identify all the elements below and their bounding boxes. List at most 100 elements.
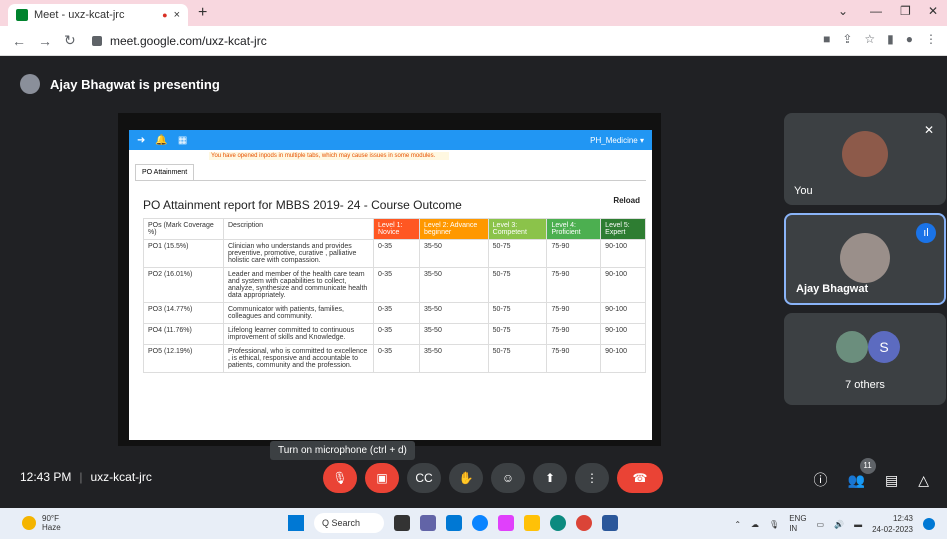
browser-tab[interactable]: Meet - uxz-kcat-jrc ● × [8,4,188,26]
tab-search-icon[interactable]: ⌄ [838,4,848,18]
address-bar[interactable]: meet.google.com/uxz-kcat-jrc [92,30,792,52]
presenter-banner: Ajay Bhagwat is presenting [20,74,220,94]
weather-condition: Haze [42,523,61,532]
l2-cell: 35-50 [418,344,489,373]
back-circle-icon: ➜ [137,134,146,146]
camera-toggle-button[interactable]: ▣ [365,463,399,493]
chevron-up-icon[interactable]: ⌃ [734,520,741,529]
app-icon[interactable] [498,515,514,531]
word-icon[interactable] [602,515,618,531]
windows-start-icon[interactable] [288,515,304,531]
l1-cell: 0-35 [373,239,420,268]
close-window-button[interactable]: ✕ [928,4,938,18]
activities-icon[interactable]: △ [918,472,929,489]
telegram-icon[interactable] [472,515,488,531]
chat-app-icon[interactable] [420,515,436,531]
meeting-info: 12:43 PM | uxz-kcat-jrc [20,470,152,484]
volume-icon[interactable]: 🔊 [834,520,844,529]
region: IN [789,524,798,533]
reload-link: Reload [613,196,640,205]
new-tab-button[interactable]: + [198,4,207,22]
tab-title: Meet - uxz-kcat-jrc [34,9,125,21]
profile-avatar[interactable]: ● [906,32,913,46]
participant-tile-ajay[interactable]: ıl Ajay Bhagwat [784,213,946,305]
mic-off-icon: ✕ [923,123,934,137]
you-avatar [842,131,888,177]
browser-toolbar: ← → ↻ meet.google.com/uxz-kcat-jrc ■ ⇪ ☆… [0,26,947,56]
info-icon[interactable]: ⓘ [814,470,828,490]
forward-icon[interactable]: → [38,33,52,49]
header-level1: Level 1: Novice [373,218,420,240]
chrome-icon[interactable] [576,515,592,531]
l5-cell: 90-100 [600,302,646,324]
table-header-row: POs (Mark Coverage %) Description Level … [143,218,646,240]
file-explorer-icon[interactable] [524,515,540,531]
raise-hand-button[interactable]: ✋ [449,463,483,493]
mail-icon[interactable] [446,515,462,531]
camera-off-icon: ▣ [376,471,388,485]
more-options-button[interactable]: ⋮ [575,463,609,493]
back-icon[interactable]: ← [12,33,26,49]
phone-end-icon: ☎ [632,471,648,485]
l5-cell: 90-100 [600,323,646,345]
others-label: 7 others [845,379,885,391]
ajay-avatar [840,233,890,283]
edge-icon[interactable] [550,515,566,531]
more-vert-icon: ⋮ [586,471,598,485]
bookmark-star-icon[interactable]: ☆ [864,32,875,46]
meeting-side-controls: ⓘ 11 👥 ▤ △ [814,457,929,490]
l3-cell: 50-75 [487,302,548,324]
clock-time: 12:43 [892,514,913,523]
participant-tile-you[interactable]: ✕ You [784,113,946,205]
po-cell: PO2 (16.01%) [143,267,224,303]
reload-icon[interactable]: ↻ [64,32,76,49]
chat-icon[interactable]: ▤ [885,472,898,489]
table-row: PO2 (16.01%) Leader and member of the he… [143,267,646,303]
temperature: 90°F [42,514,59,523]
l5-cell: 90-100 [600,344,646,373]
other-avatar-initial: S [868,331,900,363]
l5-cell: 90-100 [600,267,646,303]
l4-cell: 75-90 [546,344,602,373]
l2-cell: 35-50 [418,302,489,324]
po-cell: PO5 (12.19%) [143,344,224,373]
po-cell: PO3 (14.77%) [143,302,224,324]
present-button[interactable]: ⬆ [533,463,567,493]
battery-icon[interactable]: ▬ [854,520,862,529]
taskbar-clock[interactable]: 12:43 24-02-2023 [872,513,913,535]
participant-tile-others[interactable]: S 7 others [784,313,946,405]
leave-call-button[interactable]: ☎ [617,463,663,493]
presenter-avatar [20,74,40,94]
header-level2: Level 2: Advance beginner [418,218,489,240]
captions-button[interactable]: CC [407,463,441,493]
people-button[interactable]: 11 👥 [848,457,876,489]
mic-toggle-button[interactable]: 🎙 [323,463,357,493]
language-indicator[interactable]: ENG IN [789,514,806,534]
language: ENG [789,514,807,523]
maximize-button[interactable]: ❐ [900,4,911,18]
clock-date: 24-02-2023 [872,525,913,534]
onedrive-icon[interactable]: ☁ [751,520,759,529]
report-tabs: PO Attainment [135,164,646,181]
desc-cell: Lifelong learner committed to continuous… [223,323,374,345]
mic-off-icon: 🎙 [332,471,348,485]
tab-close-icon[interactable]: × [174,9,180,21]
desc-cell: Professional, who is committed to excell… [223,344,374,373]
minimize-button[interactable]: — [870,4,882,18]
weather-widget[interactable]: 90°F Haze [22,514,61,532]
emoji-button[interactable]: ☺ [491,463,525,493]
task-view-icon[interactable] [394,515,410,531]
network-icon[interactable]: ▭ [817,520,825,529]
taskbar-search[interactable]: Q Search [314,513,384,533]
share-icon[interactable]: ⇪ [842,32,852,46]
notification-icon[interactable] [923,518,935,530]
camera-indicator-icon[interactable]: ■ [823,32,830,46]
menu-kebab-icon[interactable]: ⋮ [925,32,937,46]
presenter-text: Ajay Bhagwat is presenting [50,76,220,92]
table-row: PO4 (11.76%) Lifelong learner committed … [143,323,646,345]
sidepanel-icon[interactable]: ▮ [887,32,894,46]
mic-tray-icon[interactable]: 🎙 [769,520,779,529]
l3-cell: 50-75 [487,239,548,268]
report-title: PO Attainment report for MBBS 2019- 24 -… [143,198,462,212]
po-cell: PO4 (11.76%) [143,323,224,345]
